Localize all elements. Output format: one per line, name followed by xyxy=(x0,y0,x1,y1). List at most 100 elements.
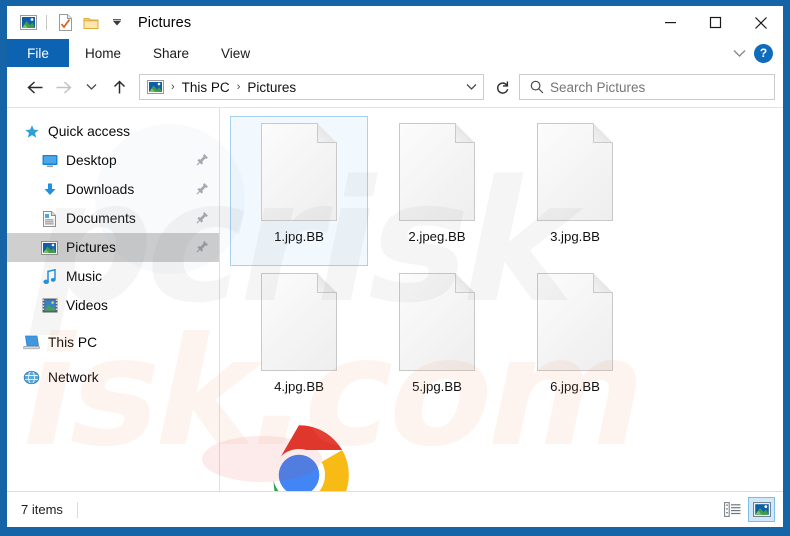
file-name: 4.jpg.BB xyxy=(274,379,324,394)
file-item[interactable]: 6.jpg.BB xyxy=(506,266,644,416)
file-name: 1.jpg.BB xyxy=(274,229,324,244)
refresh-icon[interactable] xyxy=(489,74,515,100)
file-item[interactable]: Recovery_Instructions.html xyxy=(230,416,368,491)
pictures-icon xyxy=(41,239,58,256)
sidebar-item-desktop[interactable]: Desktop xyxy=(7,146,219,175)
file-grid: 1.jpg.BB 2.jpeg.BB 3.jpg.BB 4.jpg.BB 5.j… xyxy=(230,116,779,491)
file-item[interactable]: 3.jpg.BB xyxy=(506,116,644,266)
close-button[interactable] xyxy=(738,6,783,39)
pictures-icon[interactable] xyxy=(147,80,164,94)
navigation-pane: Quick access Desktop Downloads Documents… xyxy=(7,108,220,491)
pin-icon[interactable] xyxy=(196,182,209,198)
sidebar-item-quick-access[interactable]: Quick access xyxy=(7,117,219,146)
breadcrumb: › This PC › Pictures xyxy=(140,80,299,95)
sidebar-item-this-pc[interactable]: This PC xyxy=(7,328,219,357)
file-name: 3.jpg.BB xyxy=(550,229,600,244)
generic-file-icon xyxy=(261,273,337,377)
file-name: 2.jpeg.BB xyxy=(408,229,466,244)
sidebar-item-music[interactable]: Music xyxy=(7,262,219,291)
pin-icon[interactable] xyxy=(196,153,209,169)
videos-icon xyxy=(41,297,58,314)
thispc-icon xyxy=(23,334,40,351)
sidebar-item-label: Documents xyxy=(66,211,136,226)
title-bar: Pictures xyxy=(7,6,783,39)
details-view-icon xyxy=(724,502,741,517)
back-button[interactable] xyxy=(21,72,49,102)
window-controls xyxy=(648,6,783,39)
explorer-window: Pictures File Home Share View ? › This P… xyxy=(0,0,790,536)
music-icon xyxy=(41,268,58,285)
quick-access-toolbar xyxy=(7,11,130,35)
generic-file-icon xyxy=(261,123,337,227)
properties-icon[interactable] xyxy=(52,11,78,35)
window-title: Pictures xyxy=(138,14,192,31)
breadcrumb-separator: › xyxy=(236,81,241,93)
sidebar-item-network[interactable]: Network xyxy=(7,363,219,392)
sidebar-item-pictures[interactable]: Pictures xyxy=(7,233,219,262)
chevron-down-icon[interactable] xyxy=(728,49,750,58)
details-view-button[interactable] xyxy=(719,497,746,522)
item-count: 7 items xyxy=(21,502,63,517)
sidebar-item-label: Desktop xyxy=(66,153,117,168)
generic-file-icon xyxy=(399,123,475,227)
generic-file-icon xyxy=(399,273,475,377)
breadcrumb-this-pc[interactable]: This PC xyxy=(179,80,233,95)
download-icon xyxy=(41,181,58,198)
forward-button[interactable] xyxy=(49,72,77,102)
window-inner: Pictures File Home Share View ? › This P… xyxy=(7,6,783,527)
file-item[interactable]: 2.jpeg.BB xyxy=(368,116,506,266)
tab-share[interactable]: Share xyxy=(137,39,205,67)
breadcrumb-pictures[interactable]: Pictures xyxy=(244,80,299,95)
view-mode-buttons xyxy=(719,497,775,522)
file-item[interactable]: 5.jpg.BB xyxy=(368,266,506,416)
ribbon-right-controls: ? xyxy=(728,39,783,67)
chevron-down-icon[interactable] xyxy=(104,11,130,35)
up-button[interactable] xyxy=(105,72,133,102)
sidebar-item-documents[interactable]: Documents xyxy=(7,204,219,233)
file-item[interactable]: 4.jpg.BB xyxy=(230,266,368,416)
sidebar-item-label: This PC xyxy=(48,335,98,350)
new-folder-icon[interactable] xyxy=(78,11,104,35)
large-icons-view-button[interactable] xyxy=(748,497,775,522)
documents-icon xyxy=(41,210,58,227)
desktop-icon xyxy=(41,152,58,169)
sidebar-item-label: Music xyxy=(66,269,103,284)
pictures-icon[interactable] xyxy=(15,11,41,35)
sidebar-item-label: Videos xyxy=(66,298,108,313)
tab-view[interactable]: View xyxy=(205,39,266,67)
large-icons-view-icon xyxy=(752,502,771,517)
star-icon xyxy=(23,123,40,140)
address-toolbar: › This PC › Pictures xyxy=(7,67,783,107)
tab-home[interactable]: Home xyxy=(69,39,137,67)
minimize-button[interactable] xyxy=(648,6,693,39)
file-list-view[interactable]: 1.jpg.BB 2.jpeg.BB 3.jpg.BB 4.jpg.BB 5.j… xyxy=(220,108,783,491)
chrome-icon xyxy=(247,423,351,491)
help-button[interactable]: ? xyxy=(754,43,773,63)
file-name: 5.jpg.BB xyxy=(412,379,462,394)
address-bar[interactable]: › This PC › Pictures xyxy=(139,74,484,100)
chevron-down-icon[interactable] xyxy=(459,83,483,91)
sidebar-item-label: Quick access xyxy=(48,124,131,139)
file-item[interactable]: 1.jpg.BB xyxy=(230,116,368,266)
sidebar-item-downloads[interactable]: Downloads xyxy=(7,175,219,204)
status-bar: 7 items xyxy=(7,491,783,527)
sidebar-item-videos[interactable]: Videos xyxy=(7,291,219,320)
search-input[interactable] xyxy=(550,79,750,95)
maximize-button[interactable] xyxy=(693,6,738,39)
sidebar-item-label: Downloads xyxy=(66,182,135,197)
breadcrumb-separator: › xyxy=(171,81,175,93)
generic-file-icon xyxy=(537,123,613,227)
pin-icon[interactable] xyxy=(196,211,209,227)
file-name: 6.jpg.BB xyxy=(550,379,600,394)
search-icon xyxy=(530,80,544,94)
search-box[interactable] xyxy=(519,74,775,100)
recent-locations-button[interactable] xyxy=(77,72,105,102)
generic-file-icon xyxy=(537,273,613,377)
status-separator xyxy=(76,501,78,518)
network-icon xyxy=(23,369,40,386)
body: Quick access Desktop Downloads Documents… xyxy=(7,107,783,491)
ribbon-tab-strip: File Home Share View ? xyxy=(7,39,783,67)
toolbar-separator xyxy=(46,15,47,30)
tab-file[interactable]: File xyxy=(7,39,69,67)
pin-icon[interactable] xyxy=(196,240,209,256)
